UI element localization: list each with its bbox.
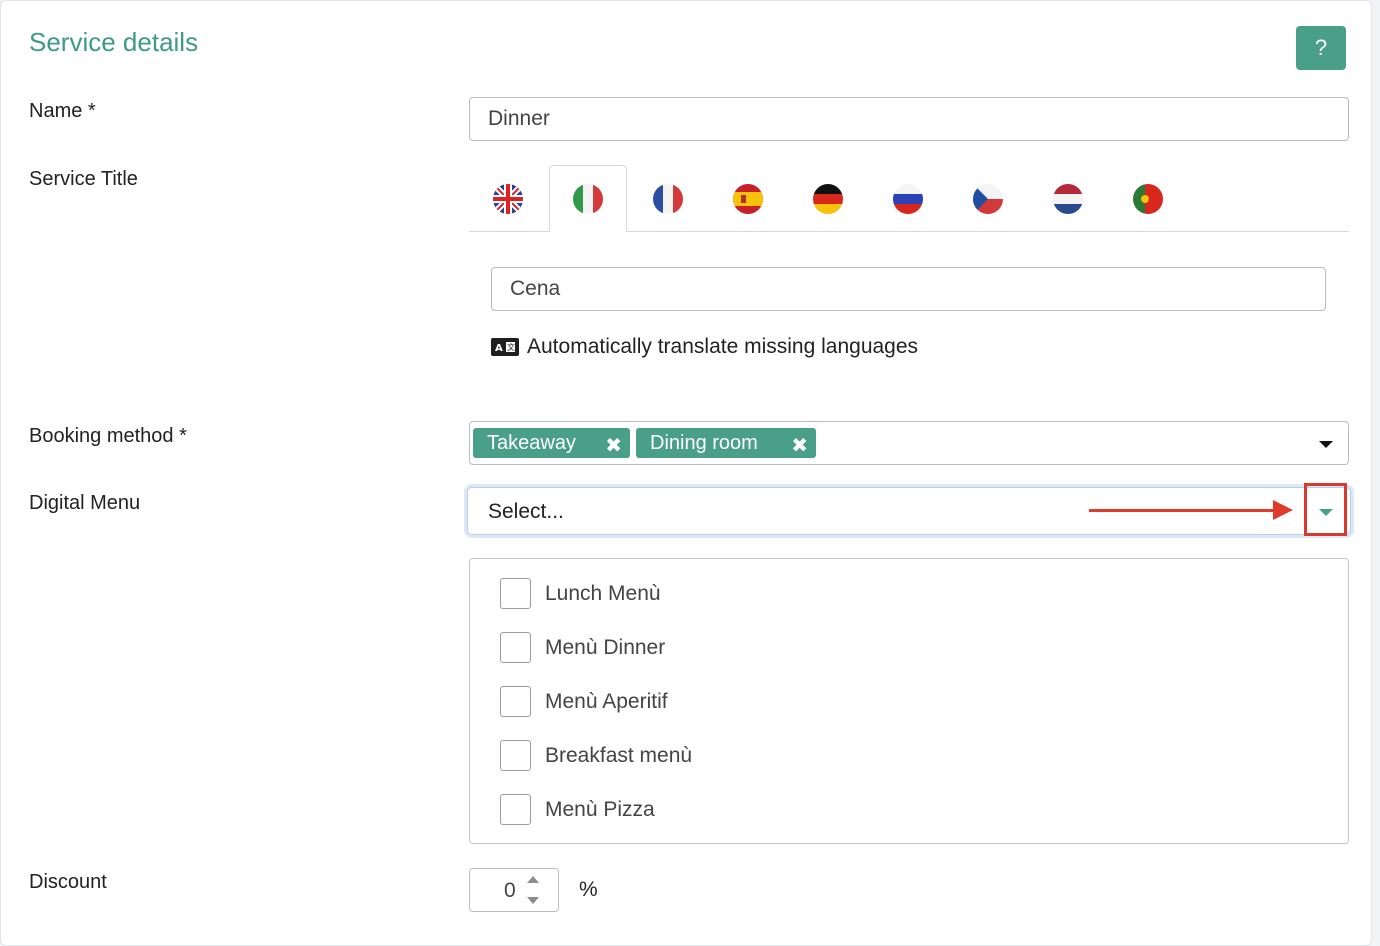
checkbox[interactable] <box>500 578 531 609</box>
remove-chip-dining-room-icon[interactable]: ✖ <box>791 433 808 458</box>
service-title-input[interactable]: Cena <box>491 267 1326 311</box>
checkbox[interactable] <box>500 740 531 771</box>
name-label: Name * <box>29 100 96 122</box>
france-flag-icon <box>653 183 683 214</box>
auto-translate-label: Automatically translate missing language… <box>527 335 919 358</box>
increment-icon[interactable] <box>527 876 539 883</box>
svg-text:文: 文 <box>507 342 515 352</box>
tab-language-pt[interactable] <box>1109 165 1187 232</box>
list-item[interactable]: Menù Pizza <box>500 794 655 825</box>
russia-flag-icon <box>893 183 923 214</box>
list-item[interactable]: Breakfast menù <box>500 740 692 771</box>
chip-takeaway: Takeaway ✖ <box>473 428 630 458</box>
discount-input[interactable]: 0 <box>469 868 559 912</box>
tab-language-nl[interactable] <box>1029 165 1107 232</box>
digital-menu-placeholder: Select... <box>488 500 564 523</box>
czech-flag-icon <box>973 183 1003 214</box>
page-title: Service details <box>29 27 199 57</box>
list-item[interactable]: Lunch Menù <box>500 578 661 609</box>
tab-language-fr[interactable] <box>629 165 707 232</box>
discount-unit: % <box>579 878 598 901</box>
tab-language-en[interactable] <box>469 165 547 232</box>
auto-translate-toggle[interactable]: A 文 Automatically translate missing lang… <box>491 335 918 359</box>
annotation-arrowhead-icon <box>1273 500 1293 520</box>
digital-menu-dropdown: Lunch Menù Menù Dinner Menù Aperitif Bre… <box>469 558 1349 844</box>
option-label: Menù Pizza <box>545 797 655 821</box>
checkbox[interactable] <box>500 794 531 825</box>
list-item[interactable]: Menù Dinner <box>500 632 665 663</box>
booking-method-chevron-down-icon[interactable] <box>1319 441 1333 448</box>
portugal-flag-icon <box>1133 183 1163 214</box>
discount-value: 0 <box>504 879 516 902</box>
help-button[interactable]: ? <box>1296 26 1346 70</box>
spain-flag-icon <box>733 183 763 214</box>
tab-language-it[interactable] <box>549 165 627 232</box>
checkbox[interactable] <box>500 632 531 663</box>
option-label: Menù Dinner <box>545 635 666 659</box>
uk-flag-icon <box>493 183 523 214</box>
name-input[interactable]: Dinner <box>469 97 1349 141</box>
booking-method-label: Booking method * <box>29 425 187 447</box>
tab-language-de[interactable] <box>789 165 867 232</box>
checkbox[interactable] <box>500 686 531 717</box>
digital-menu-chevron-down-icon[interactable] <box>1319 509 1333 516</box>
tab-language-cz[interactable] <box>949 165 1027 232</box>
remove-chip-takeaway-icon[interactable]: ✖ <box>605 433 622 458</box>
option-label: Breakfast menù <box>545 743 693 767</box>
translate-icon: A 文 <box>491 338 519 356</box>
germany-flag-icon <box>813 183 843 214</box>
tab-language-es[interactable] <box>709 165 787 232</box>
chip-label: Takeaway <box>487 431 576 454</box>
chip-label: Dining room <box>650 431 758 454</box>
chip-dining-room: Dining room ✖ <box>636 428 816 458</box>
decrement-icon[interactable] <box>527 897 539 904</box>
digital-menu-label: Digital Menu <box>29 492 141 514</box>
italy-flag-icon <box>573 183 603 214</box>
service-details-card: Service details ? Name * Dinner Service … <box>0 0 1372 946</box>
tab-language-ru[interactable] <box>869 165 947 232</box>
svg-text:A: A <box>495 343 503 354</box>
list-item[interactable]: Menù Aperitif <box>500 686 668 717</box>
option-label: Menù Aperitif <box>545 689 668 713</box>
annotation-arrow-icon <box>1089 509 1275 512</box>
option-label: Lunch Menù <box>545 581 661 605</box>
service-title-label: Service Title <box>29 168 138 190</box>
discount-label: Discount <box>29 871 107 893</box>
netherlands-flag-icon <box>1053 183 1083 214</box>
